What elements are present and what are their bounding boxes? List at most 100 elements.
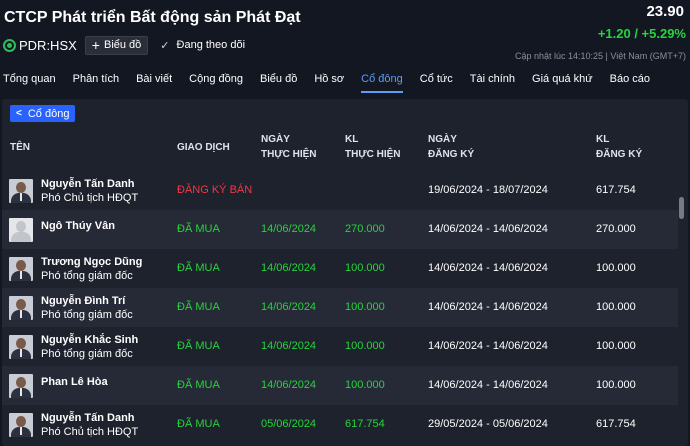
reg-volume: 100.000 [596,379,636,391]
follow-label: Đang theo dõi [176,39,246,51]
tab-item[interactable]: Cộng đồng [189,69,243,93]
header-exec-date-line1: NGÀY [261,134,290,145]
tab-item[interactable]: Biểu đồ [260,69,297,93]
table-row[interactable]: Nguyễn Đình Trí Phó tổng giám đốc ĐÃ MUA 14… [2,288,678,327]
avatar-head [16,299,26,310]
header-transaction: GIAO DỊCH [177,142,230,153]
reg-date: 14/06/2024 - 14/06/2024 [428,262,548,274]
chart-button[interactable]: + Biểu đồ [84,35,149,55]
transaction-type: ĐÃ MUA [177,223,220,235]
shareholder-name[interactable]: Nguyễn Đình Trí [41,295,125,307]
reg-date: 29/05/2024 - 05/06/2024 [428,418,548,430]
table-header: TÊN GIAO DỊCH NGÀY THỰC HIỆN KL THỰC HIỆ… [2,128,688,171]
exec-date: 05/06/2024 [261,418,317,430]
reg-volume: 617.754 [596,418,636,430]
exec-date: 14/06/2024 [261,301,317,313]
chevron-left-icon: < [16,108,22,119]
shareholder-name[interactable]: Ngô Thúy Vân [41,220,115,232]
update-time: Cập nhật lúc 14:10:25 | Việt Nam (GMT+7) [514,51,686,61]
avatar [9,218,33,242]
stock-price: 23.90 [646,3,684,20]
shareholder-role: Phó tổng giám đốc [41,348,133,360]
section-tabs: Tổng quan Phân tích Bài viết Cộng đồng Biểu … [0,69,690,93]
table-row[interactable]: Nguyễn Tấn Danh Phó Chủ tịch HĐQT ĐÃ MUA 05… [2,405,678,444]
header-reg-date-line2: ĐĂNG KÝ [428,149,475,160]
tab-item[interactable]: Tổng quan [3,69,56,93]
tab-item[interactable]: Báo cáo [610,69,650,93]
avatar-tie [20,427,22,435]
shareholder-name[interactable]: Nguyễn Tấn Danh [41,412,135,424]
avatar [9,257,33,281]
reg-volume: 100.000 [596,301,636,313]
back-to-shareholders-button[interactable]: < Cổ đông [10,105,76,122]
shareholder-role: Phó Chủ tịch HĐQT [41,426,139,438]
shareholder-name[interactable]: Nguyễn Tấn Danh [41,178,135,190]
shareholder-role: Phó tổng giám đốc [41,270,133,282]
table-row[interactable]: Ngô Thúy Vân ĐÃ MUA 14/06/2024 270.000 14/06… [2,210,678,249]
avatar-head [16,182,26,193]
avatar-tie [20,193,22,201]
exec-date: 14/06/2024 [261,223,317,235]
exec-volume: 617.754 [345,418,385,430]
reg-date: 14/06/2024 - 14/06/2024 [428,301,548,313]
header-reg-date: NGÀY ĐĂNG KÝ [428,132,474,162]
company-name: CTCP Phát triển Bất động sản Phát Đạt [4,9,301,26]
reg-date: 14/06/2024 - 14/06/2024 [428,340,548,352]
avatar-tie [20,271,22,279]
tab-item[interactable]: Tài chính [470,69,515,93]
exec-volume: 100.000 [345,340,385,352]
exec-volume: 100.000 [345,262,385,274]
table-row[interactable]: Trương Ngọc Dũng Phó tổng giám đốc ĐÃ MUA 1… [2,249,678,288]
tab-item[interactable]: Cổ đông [361,69,403,93]
shareholder-role: Phó Chủ tịch HĐQT [41,192,139,204]
tab-item[interactable]: Giá quá khứ [532,69,593,93]
avatar-tie [20,310,22,318]
shareholder-name[interactable]: Trương Ngọc Dũng [41,256,142,268]
header-reg-volume-line1: KL [596,134,610,145]
check-icon: ✓ [160,39,170,52]
shareholder-name[interactable]: Nguyễn Khắc Sinh [41,334,138,346]
table-row[interactable]: Phan Lê Hòa ĐÃ MUA 14/06/2024 100.000 14/06/… [2,366,678,405]
tab-item[interactable]: Bài viết [136,69,172,93]
follow-button[interactable]: ✓ Đang theo dõi [160,39,245,52]
tab-item[interactable]: Cổ tức [420,69,453,93]
header-exec-date: NGÀY THỰC HIỆN [261,132,317,162]
exec-date: 14/06/2024 [261,262,317,274]
header-name: TÊN [10,142,30,153]
avatar [9,296,33,320]
ticker-row: PDR:HSX + Biểu đồ ✓ Đang theo dõi [3,35,245,55]
avatar-head [16,377,26,388]
exec-volume: 270.000 [345,223,385,235]
exec-date: 14/06/2024 [261,340,317,352]
header-exec-volume-line2: THỰC HIỆN [345,149,401,160]
back-button-label: Cổ đông [27,107,70,120]
shareholder-role: Phó tổng giám đốc [41,309,133,321]
reg-volume: 100.000 [596,262,636,274]
reg-volume: 270.000 [596,223,636,235]
shareholders-panel: < Cổ đông TÊN GIAO DỊCH NGÀY THỰC HIỆN K… [2,99,688,446]
tab-item[interactable]: Hồ sơ [314,69,344,93]
table-row[interactable]: Nguyễn Khắc Sinh Phó tổng giám đốc ĐÃ MUA 1… [2,327,678,366]
table-scrollbar[interactable] [679,197,684,219]
header-exec-date-line2: THỰC HIỆN [261,149,317,160]
table-row[interactable]: Nguyễn Tấn Danh Phó Chủ tịch HĐQT ĐĂNG KÝ … [2,171,678,210]
transaction-type: ĐÃ MUA [177,262,220,274]
avatar [9,335,33,359]
exec-volume: 100.000 [345,301,385,313]
exec-volume: 100.000 [345,379,385,391]
avatar-head [16,221,26,232]
plus-icon: + [91,37,100,53]
stock-header: CTCP Phát triển Bất động sản Phát Đạt 23… [0,0,690,68]
avatar-head [16,416,26,427]
shareholder-name[interactable]: Phan Lê Hòa [41,376,108,388]
avatar-tie [20,349,22,357]
reg-date: 14/06/2024 - 14/06/2024 [428,379,548,391]
company-logo-icon [3,38,16,52]
transaction-type: ĐÃ MUA [177,418,220,430]
transaction-type: ĐÃ MUA [177,301,220,313]
tab-item[interactable]: Phân tích [73,69,119,93]
chart-button-label: Biểu đồ [103,39,142,51]
reg-volume: 100.000 [596,340,636,352]
avatar [9,374,33,398]
header-reg-volume-line2: ĐĂNG KÝ [596,149,643,160]
